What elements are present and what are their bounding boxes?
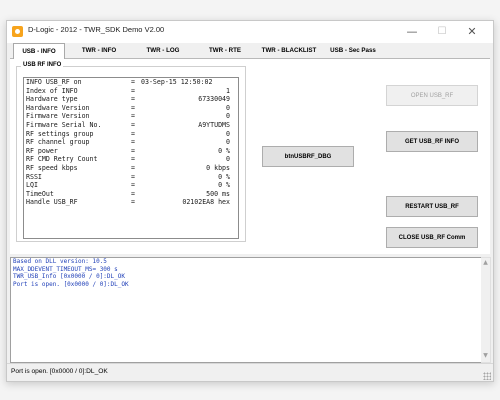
- tab-twr-blacklist[interactable]: TWR - BLACKLIST: [258, 45, 320, 57]
- info-equals: =: [131, 163, 135, 172]
- info-value: 1: [226, 86, 230, 95]
- log-line: Based on DLL version: 10.5: [13, 258, 107, 265]
- info-value: 0: [226, 112, 230, 121]
- info-label: RF settings group: [26, 129, 94, 138]
- info-value: 0: [226, 155, 230, 164]
- info-row: INFO USB_RF on = 03-Sep-15 12:50:02: [24, 78, 238, 87]
- tab-twr-info[interactable]: TWR - INFO: [69, 45, 129, 57]
- log-line: MAX_DDEVENT_TIMEOUT_MS= 300 s: [13, 265, 118, 273]
- log-textbox[interactable]: Based on DLL version: 10.5 MAX_DDEVENT_T…: [10, 257, 482, 363]
- usbrf-debug-button[interactable]: btnUSBRF_DBG: [262, 146, 354, 167]
- info-label: RF speed kbps: [26, 163, 78, 172]
- usb-info-panel: USB RF INFO INFO USB_RF on = 03-Sep-15 12:…: [10, 59, 490, 254]
- scroll-down-icon[interactable]: ▼: [482, 352, 489, 360]
- group-title: USB RF INFO: [21, 62, 64, 68]
- info-row: RF settings group = 0: [24, 130, 238, 139]
- info-label: Handle USB_RF: [26, 198, 78, 207]
- status-bar: Port is open. [0x0000 / 0]:DL_OK: [7, 363, 493, 381]
- open-usb-rf-button[interactable]: OPEN USB_RF: [386, 85, 478, 106]
- info-label: Index of INFO: [26, 86, 78, 95]
- info-label: RF power: [26, 146, 58, 155]
- info-equals: =: [131, 181, 135, 190]
- info-row: TimeOut = 500 ms: [24, 190, 238, 199]
- log-scrollbar[interactable]: ▲ ▼: [481, 257, 491, 363]
- info-row: RF channel group = 0: [24, 138, 238, 147]
- info-label: Hardware type: [26, 95, 78, 104]
- log-line: TWR_USB_Info [0x0000 / 0]:DL_OK: [13, 273, 125, 281]
- info-equals: =: [131, 120, 135, 129]
- tab-usb-sec-pass[interactable]: USB - Sec Pass: [322, 45, 384, 57]
- info-equals: =: [131, 155, 135, 164]
- info-value: 0 %: [218, 172, 230, 181]
- info-row: Firmware Version = 0: [24, 112, 238, 121]
- info-label: RF CMD Retry Count: [26, 155, 98, 164]
- info-label: Firmware Version: [26, 112, 90, 121]
- maximize-button[interactable]: ☐: [427, 21, 457, 43]
- scroll-up-icon[interactable]: ▲: [482, 259, 489, 267]
- info-value: 0 %: [218, 181, 230, 190]
- info-row: Firmware Serial No. = A9YTUDMS: [24, 121, 238, 130]
- info-label: Firmware Serial No.: [26, 120, 102, 129]
- usb-rf-info-listbox[interactable]: INFO USB_RF on = 03-Sep-15 12:50:02 Index …: [23, 77, 239, 239]
- info-equals: =: [131, 138, 135, 147]
- info-label: LQI: [26, 181, 38, 190]
- info-label: RSSI: [26, 172, 42, 181]
- info-label: RF channel group: [26, 138, 90, 147]
- resize-grip-icon[interactable]: [483, 372, 491, 380]
- info-value: 500 ms: [206, 189, 230, 198]
- usb-rf-info-group: USB RF INFO INFO USB_RF on = 03-Sep-15 12:…: [16, 62, 246, 242]
- tab-strip: USB - INFO TWR - INFO TWR - LOG TWR - RT…: [10, 43, 490, 59]
- info-row: RF power = 0 %: [24, 147, 238, 156]
- log-line: Port is open. [0x0000 / 0]:DL_OK: [13, 280, 129, 288]
- close-usb-rf-comm-button[interactable]: CLOSE USB_RF Comm: [386, 227, 478, 248]
- info-label: INFO USB_RF on: [26, 78, 82, 86]
- info-equals: =: [131, 198, 135, 207]
- info-equals: =: [131, 129, 135, 138]
- info-value: 0 %: [218, 146, 230, 155]
- info-row: LQI = 0 %: [24, 181, 238, 190]
- info-row: RF speed kbps = 0 kbps: [24, 164, 238, 173]
- info-label: TimeOut: [26, 189, 54, 198]
- info-row: RSSI = 0 %: [24, 173, 238, 182]
- info-equals: =: [131, 78, 135, 86]
- restart-usb-rf-button[interactable]: RESTART USB_RF: [386, 196, 478, 217]
- info-equals: =: [131, 112, 135, 121]
- info-value: 0: [226, 129, 230, 138]
- info-equals: =: [131, 146, 135, 155]
- info-value: 67330049: [198, 95, 230, 104]
- app-logo-icon: [12, 26, 23, 37]
- info-equals: =: [131, 172, 135, 181]
- tab-twr-rte[interactable]: TWR - RTE: [196, 45, 254, 57]
- info-value: 02102EA8 hex: [182, 198, 230, 207]
- status-text: Port is open. [0x0000 / 0]:DL_OK: [11, 368, 108, 375]
- info-value: 0 kbps: [206, 163, 230, 172]
- tab-usb-info[interactable]: USB - INFO: [13, 43, 65, 59]
- info-equals: =: [131, 95, 135, 104]
- info-row: RF CMD Retry Count = 0: [24, 155, 238, 164]
- minimize-button[interactable]: —: [397, 21, 427, 43]
- info-label: Hardware Version: [26, 103, 90, 112]
- info-value: 03-Sep-15 12:50:02: [141, 78, 213, 86]
- window-title: D-Logic - 2012 - TWR_SDK Demo V2.00: [28, 25, 165, 34]
- info-row: Index of INFO = 1: [24, 87, 238, 96]
- info-value: A9YTUDMS: [198, 120, 230, 129]
- info-row: Hardware Version = 0: [24, 104, 238, 113]
- info-equals: =: [131, 103, 135, 112]
- title-bar[interactable]: D-Logic - 2012 - TWR_SDK Demo V2.00 — ☐ …: [7, 21, 493, 43]
- get-usb-rf-info-button[interactable]: GET USB_RF INFO: [386, 131, 478, 152]
- info-equals: =: [131, 189, 135, 198]
- info-value: 0: [226, 138, 230, 147]
- info-equals: =: [131, 86, 135, 95]
- info-row: Handle USB_RF = 02102EA8 hex: [24, 198, 238, 207]
- info-value: 0: [226, 103, 230, 112]
- close-window-button[interactable]: ✕: [457, 21, 487, 43]
- info-row: Hardware type = 67330049: [24, 95, 238, 104]
- app-window: D-Logic - 2012 - TWR_SDK Demo V2.00 — ☐ …: [6, 20, 494, 382]
- tab-twr-log[interactable]: TWR - LOG: [134, 45, 192, 57]
